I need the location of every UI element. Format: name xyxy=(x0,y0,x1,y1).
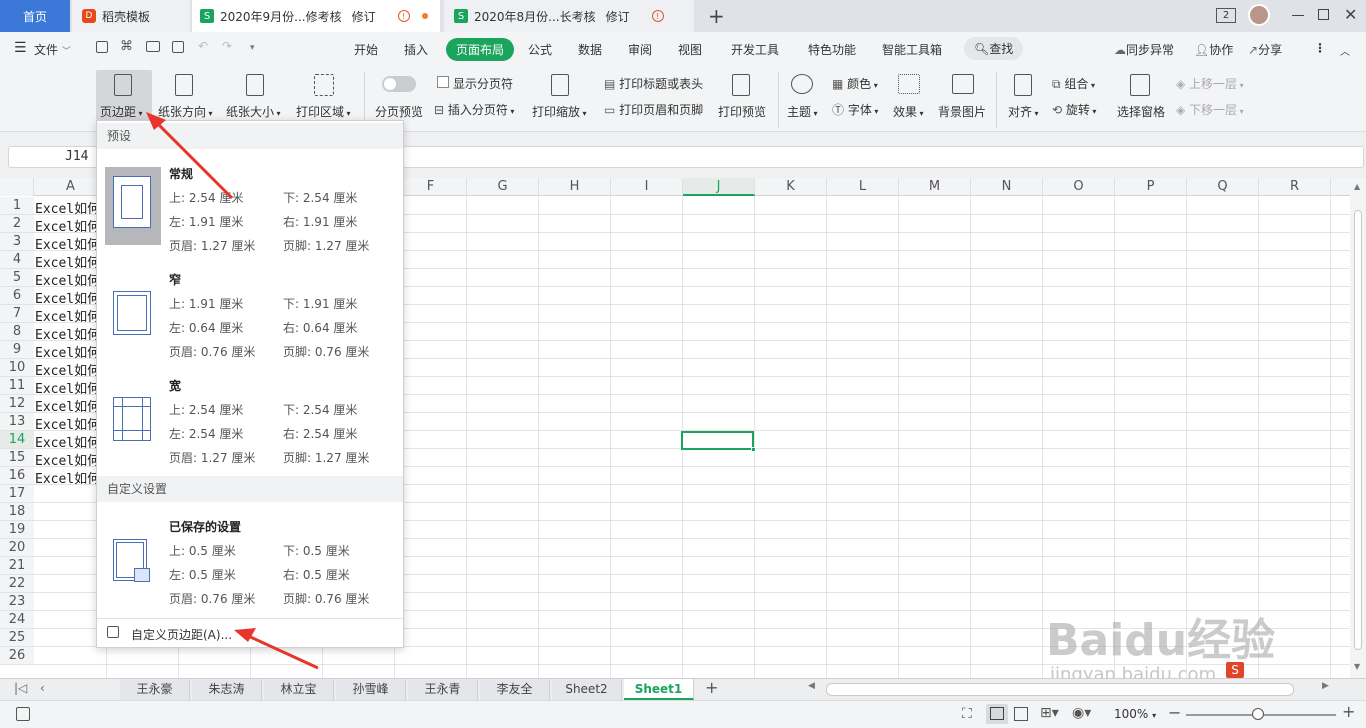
zoom-out-button[interactable]: − xyxy=(1168,703,1181,722)
page-layout-view-icon[interactable] xyxy=(1014,707,1028,721)
macro-icon[interactable] xyxy=(16,707,30,721)
sheet-tab-4[interactable]: 王永青 xyxy=(408,679,478,700)
add-sheet-button[interactable]: + xyxy=(705,678,718,697)
hscroll-right-icon[interactable]: ▶ xyxy=(1322,681,1329,691)
zoom-value: 100% xyxy=(1114,707,1149,721)
hscroll-left-icon[interactable]: ◀ xyxy=(808,681,815,691)
zoom-in-button[interactable]: + xyxy=(1342,702,1355,721)
arrow-to-custom xyxy=(243,632,319,670)
status-bar: ⛶ ⊞▾ ◉▾ 100% ▾ − + xyxy=(0,700,1366,728)
sheet-tab-1[interactable]: 朱志涛 xyxy=(192,679,262,700)
page-break-view-icon[interactable]: ⊞▾ xyxy=(1040,705,1059,721)
sheet-tab-bar: |◁ ‹ ⋯ + ◀ ▶ 王永豪朱志涛林立宝孙雪峰王永青李友全Sheet2She… xyxy=(0,678,1366,700)
sheet-tab-3[interactable]: 孙雪峰 xyxy=(336,679,406,700)
prev-sheet-icon[interactable]: ‹ xyxy=(40,681,45,695)
fullscreen-icon[interactable]: ⛶ xyxy=(962,706,972,722)
watermark-brand: Baidu经验 xyxy=(1046,615,1276,666)
zoom-dropdown[interactable]: 100% ▾ xyxy=(1114,707,1156,721)
first-sheet-icon[interactable]: |◁ xyxy=(14,681,27,695)
arrowhead-custom xyxy=(234,628,256,642)
sheet-tab-6[interactable]: Sheet2 xyxy=(552,679,622,700)
sheet-tab-active[interactable]: Sheet1 xyxy=(624,679,694,700)
sheet-tab-0[interactable]: 王永豪 xyxy=(120,679,190,700)
zoom-slider-thumb[interactable] xyxy=(1252,708,1264,720)
sheet-tab-2[interactable]: 林立宝 xyxy=(264,679,334,700)
horizontal-scroll-thumb[interactable] xyxy=(826,683,1294,696)
ime-s-icon[interactable]: S xyxy=(1226,662,1244,678)
normal-view-button[interactable] xyxy=(986,704,1008,724)
arrow-to-margin xyxy=(150,116,234,200)
eye-icon[interactable]: ◉▾ xyxy=(1072,705,1091,721)
sheet-tab-5[interactable]: 李友全 xyxy=(480,679,550,700)
